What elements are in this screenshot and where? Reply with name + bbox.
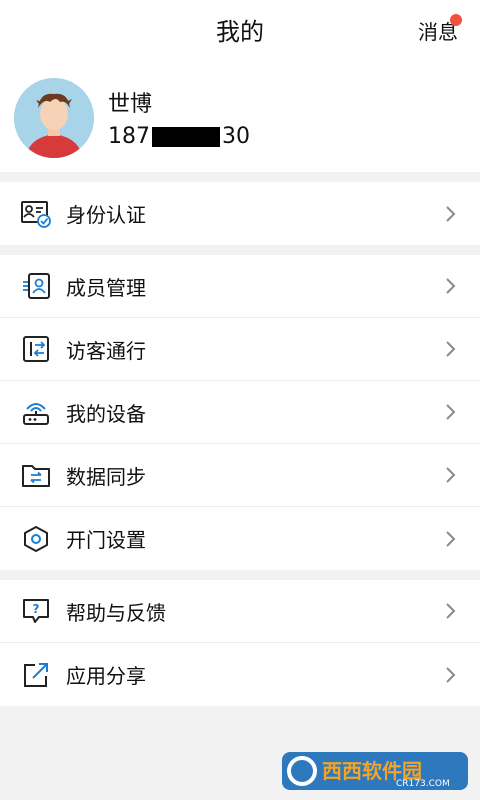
member-card-icon: [20, 270, 52, 302]
menu-item-my-devices[interactable]: 我的设备: [0, 381, 480, 444]
visitor-pass-icon: [20, 333, 52, 365]
id-card-check-icon: [20, 198, 52, 230]
chevron-right-icon: [446, 404, 456, 420]
chevron-right-icon: [446, 205, 456, 222]
menu-item-member-management[interactable]: 成员管理: [0, 255, 480, 318]
menu-group-identity: 身份认证: [0, 182, 480, 245]
chevron-right-icon: [446, 603, 456, 619]
profile-card[interactable]: 世博 187 30: [0, 64, 480, 172]
menu-label: 访客通行: [66, 338, 146, 363]
menu-item-identity-verification[interactable]: 身份认证: [0, 182, 480, 245]
help-bubble-icon: ?: [20, 595, 52, 627]
menu-label: 应用分享: [66, 664, 146, 688]
chevron-right-icon: [446, 341, 456, 357]
chevron-right-icon: [446, 278, 456, 294]
user-phone: 187 30: [108, 124, 250, 149]
menu-item-door-settings[interactable]: 开门设置: [0, 507, 480, 570]
menu-group-support: ? 帮助与反馈 应用分享: [0, 580, 480, 706]
avatar[interactable]: [14, 78, 94, 158]
phone-redaction: [152, 126, 220, 147]
avatar-person-icon: [14, 78, 94, 158]
top-bar: 我的 消息: [0, 0, 480, 64]
menu-item-visitor-pass[interactable]: 访客通行: [0, 318, 480, 381]
menu-label: 成员管理: [66, 275, 146, 300]
menu-group-main: 成员管理 访客通行 我的设备 数据同步 开门设置: [0, 255, 480, 570]
phone-prefix: 187: [108, 124, 150, 149]
chevron-right-icon: [446, 467, 456, 483]
share-external-icon: [20, 659, 52, 691]
unread-badge: [450, 14, 462, 26]
router-device-icon: [20, 396, 52, 428]
menu-label: 身份认证: [66, 203, 146, 227]
menu-label: 帮助与反馈: [66, 600, 166, 625]
chevron-right-icon: [446, 530, 456, 547]
hexagon-settings-icon: [20, 523, 52, 555]
svg-text:CR173.COM: CR173.COM: [396, 779, 450, 789]
menu-item-app-share[interactable]: 应用分享: [0, 643, 480, 706]
chevron-right-icon: [446, 666, 456, 683]
folder-sync-icon: [20, 459, 52, 491]
site-watermark-logo: 西西软件园 CR173.COM: [280, 748, 470, 794]
menu-item-data-sync[interactable]: 数据同步: [0, 444, 480, 507]
user-name: 世博: [108, 92, 153, 117]
svg-text:?: ?: [33, 602, 40, 616]
menu-label: 开门设置: [66, 528, 146, 552]
menu-label: 数据同步: [66, 464, 146, 489]
phone-suffix: 30: [222, 124, 250, 149]
menu-item-help-feedback[interactable]: ? 帮助与反馈: [0, 580, 480, 643]
page-title: 我的: [216, 18, 264, 46]
menu-label: 我的设备: [66, 401, 146, 426]
